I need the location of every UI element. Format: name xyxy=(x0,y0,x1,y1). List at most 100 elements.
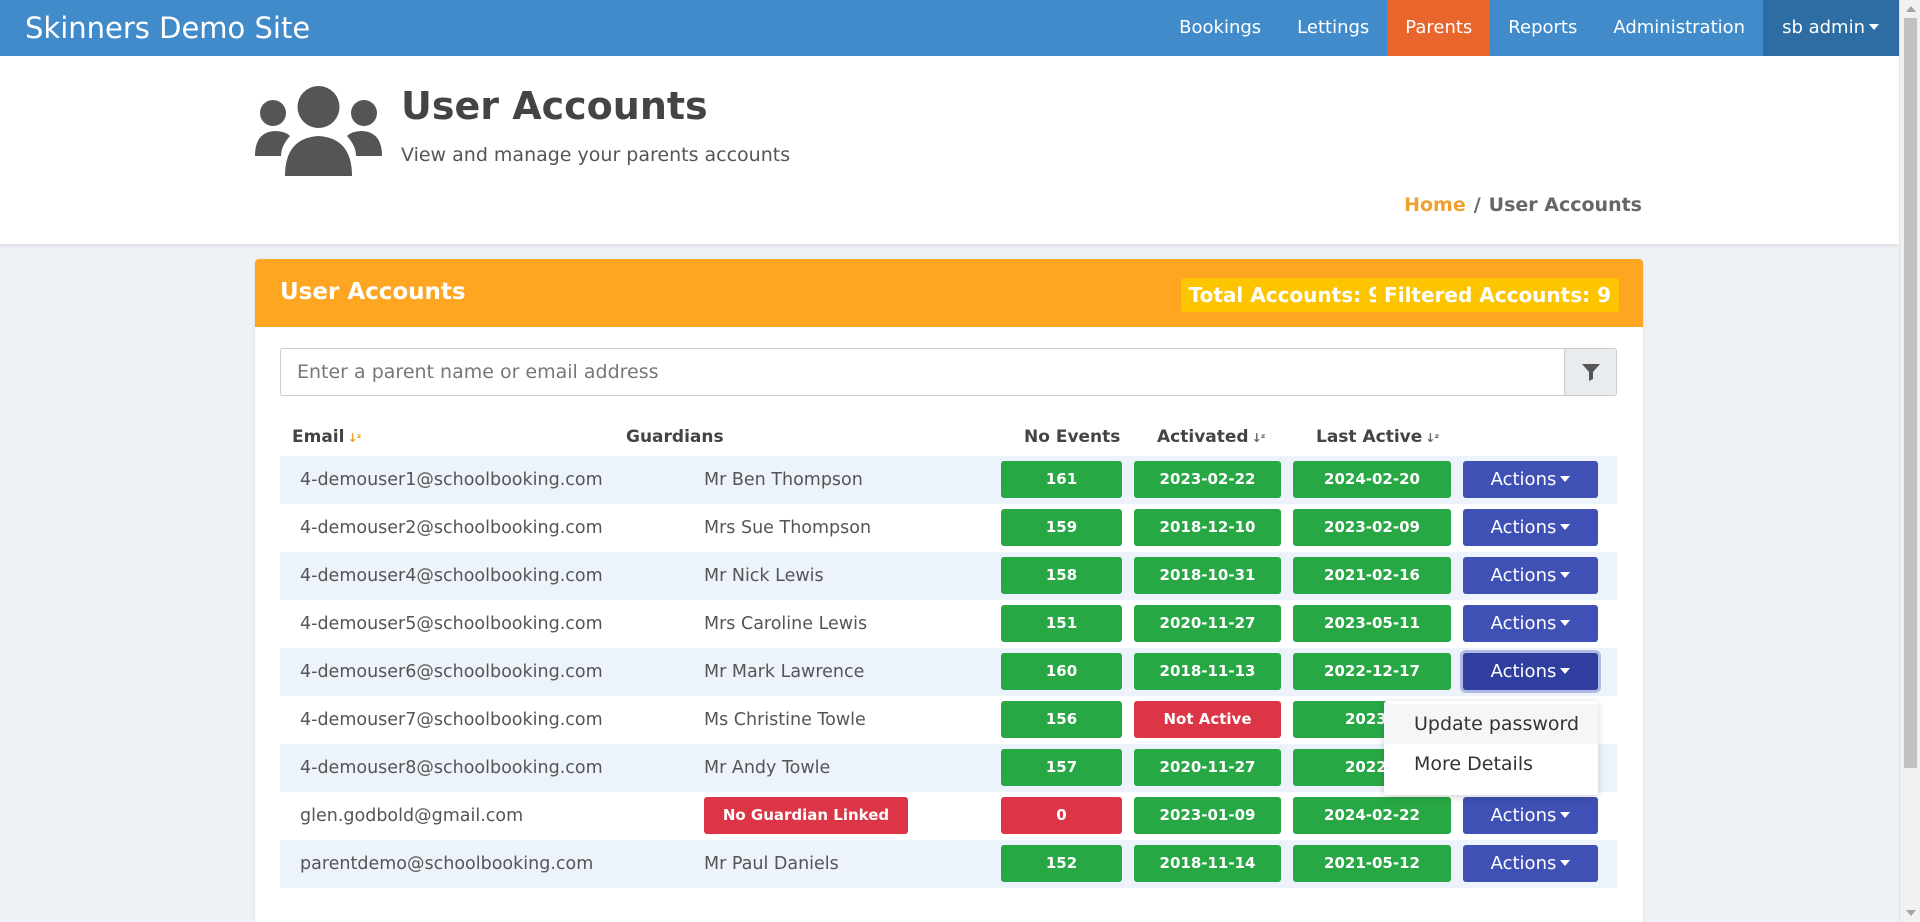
site-brand[interactable]: Skinners Demo Site xyxy=(25,11,310,45)
nav-bookings[interactable]: Bookings xyxy=(1161,0,1279,56)
activated-badge: Not Active xyxy=(1134,701,1281,738)
sort-icon: ↓ᶻ xyxy=(1251,431,1266,445)
page-title: User Accounts xyxy=(401,84,708,128)
search-group xyxy=(280,348,1617,396)
activated-badge: 2018-10-31 xyxy=(1134,557,1281,594)
column-email-label: Email xyxy=(292,427,345,447)
actions-dropdown-menu: Update password More Details xyxy=(1384,701,1598,795)
table-row: 4-demouser1@schoolbooking.com Mr Ben Tho… xyxy=(280,456,1617,504)
caret-down-icon xyxy=(1560,667,1571,674)
table-row: parentdemo@schoolbooking.com Mr Paul Dan… xyxy=(280,840,1617,888)
table-row: 4-demouser6@schoolbooking.com Mr Mark La… xyxy=(280,648,1617,696)
caret-down-icon xyxy=(1560,619,1571,626)
last-active-badge: 2023-05-11 xyxy=(1293,605,1451,642)
sort-icon: ↓ᶻ xyxy=(347,431,361,445)
nav-reports[interactable]: Reports xyxy=(1490,0,1595,56)
column-activated[interactable]: Activated ↓ᶻ xyxy=(1157,427,1266,447)
events-badge: 159 xyxy=(1001,509,1122,546)
column-email[interactable]: Email ↓ᶻ xyxy=(292,427,362,447)
users-icon xyxy=(255,86,382,176)
column-last-active-label: Last Active xyxy=(1316,427,1423,447)
breadcrumb-current: User Accounts xyxy=(1488,194,1642,216)
nav-lettings[interactable]: Lettings xyxy=(1279,0,1387,56)
table-row: 4-demouser4@schoolbooking.com Mr Nick Le… xyxy=(280,552,1617,600)
menu-item-update-password[interactable]: Update password xyxy=(1384,704,1598,744)
events-badge: 157 xyxy=(1001,749,1122,786)
scrollbar-thumb[interactable] xyxy=(1904,18,1917,768)
filter-button[interactable] xyxy=(1564,349,1616,395)
last-active-badge: 2024-02-20 xyxy=(1293,461,1451,498)
accounts-table-body: 4-demouser1@schoolbooking.com Mr Ben Tho… xyxy=(280,456,1617,888)
column-activated-label: Activated xyxy=(1157,427,1249,447)
row-guardian: Mr Andy Towle xyxy=(704,758,831,778)
breadcrumb-separator: / xyxy=(1473,194,1481,216)
caret-down-icon xyxy=(1560,859,1571,866)
row-email: 4-demouser7@schoolbooking.com xyxy=(300,710,603,730)
breadcrumb: Home / User Accounts xyxy=(1404,194,1642,216)
top-navbar: Skinners Demo Site Bookings Lettings Par… xyxy=(0,0,1899,56)
actions-button[interactable]: Actions xyxy=(1463,797,1598,834)
events-badge: 160 xyxy=(1001,653,1122,690)
actions-button-label: Actions xyxy=(1490,517,1557,538)
caret-down-icon xyxy=(1560,475,1571,482)
no-guardian-badge: No Guardian Linked xyxy=(704,797,908,834)
actions-button[interactable]: Actions xyxy=(1463,653,1598,690)
events-badge: 161 xyxy=(1001,461,1122,498)
events-badge: 151 xyxy=(1001,605,1122,642)
caret-down-icon xyxy=(1869,23,1879,30)
breadcrumb-home-link[interactable]: Home xyxy=(1404,194,1466,216)
column-last-active[interactable]: Last Active ↓ᶻ xyxy=(1316,427,1439,447)
user-menu[interactable]: sb admin xyxy=(1763,0,1899,56)
card-title: User Accounts xyxy=(280,279,466,305)
sort-icon: ↓ᶻ xyxy=(1425,431,1439,445)
actions-button[interactable]: Actions xyxy=(1463,605,1598,642)
page-header: User Accounts View and manage your paren… xyxy=(0,56,1899,244)
total-accounts-badge: Total Accounts: 9 xyxy=(1180,278,1390,312)
activated-badge: 2023-02-22 xyxy=(1134,461,1281,498)
row-guardian: Mr Mark Lawrence xyxy=(704,662,865,682)
activated-badge: 2023-01-09 xyxy=(1134,797,1281,834)
menu-item-more-details[interactable]: More Details xyxy=(1384,744,1598,784)
actions-button-label: Actions xyxy=(1490,565,1557,586)
row-email: 4-demouser1@schoolbooking.com xyxy=(300,470,603,490)
page-scrollbar[interactable] xyxy=(1899,0,1920,922)
row-guardian: Mr Paul Daniels xyxy=(704,854,839,874)
row-guardian: Mrs Caroline Lewis xyxy=(704,614,868,634)
nav-administration[interactable]: Administration xyxy=(1595,0,1763,56)
row-email: 4-demouser5@schoolbooking.com xyxy=(300,614,603,634)
activated-badge: 2018-12-10 xyxy=(1134,509,1281,546)
actions-button[interactable]: Actions xyxy=(1463,461,1598,498)
table-row: 4-demouser5@schoolbooking.com Mrs Caroli… xyxy=(280,600,1617,648)
actions-button[interactable]: Actions xyxy=(1463,845,1598,882)
events-badge: 156 xyxy=(1001,701,1122,738)
filtered-accounts-badge: Filtered Accounts: 9 xyxy=(1376,278,1619,312)
actions-button[interactable]: Actions xyxy=(1463,509,1598,546)
actions-button[interactable]: Actions xyxy=(1463,557,1598,594)
row-email: parentdemo@schoolbooking.com xyxy=(300,854,594,874)
row-email: 4-demouser8@schoolbooking.com xyxy=(300,758,603,778)
caret-down-icon xyxy=(1560,523,1571,530)
row-guardian: Mrs Sue Thompson xyxy=(704,518,872,538)
scroll-up-icon[interactable] xyxy=(1906,6,1916,12)
filter-icon xyxy=(1581,364,1600,381)
activated-badge: 2020-11-27 xyxy=(1134,605,1281,642)
last-active-badge: 2024-02-22 xyxy=(1293,797,1451,834)
search-input[interactable] xyxy=(281,349,1564,395)
last-active-badge: 2021-02-16 xyxy=(1293,557,1451,594)
row-email: 4-demouser2@schoolbooking.com xyxy=(300,518,603,538)
events-badge: 152 xyxy=(1001,845,1122,882)
user-accounts-card: User Accounts Total Accounts: 9 Filtered… xyxy=(255,259,1643,922)
events-badge: 0 xyxy=(1001,797,1122,834)
table-row: 4-demouser2@schoolbooking.com Mrs Sue Th… xyxy=(280,504,1617,552)
actions-button-label: Actions xyxy=(1490,853,1557,874)
row-email: glen.godbold@gmail.com xyxy=(300,806,524,826)
column-events: No Events xyxy=(1024,427,1121,447)
nav-parents[interactable]: Parents xyxy=(1387,0,1491,56)
last-active-badge: 2022-12-17 xyxy=(1293,653,1451,690)
scroll-down-icon[interactable] xyxy=(1906,910,1916,916)
last-active-badge: 2021-05-12 xyxy=(1293,845,1451,882)
main-nav: Bookings Lettings Parents Reports Admini… xyxy=(1161,0,1899,56)
card-header: User Accounts Total Accounts: 9 Filtered… xyxy=(255,259,1643,327)
events-badge: 158 xyxy=(1001,557,1122,594)
activated-badge: 2020-11-27 xyxy=(1134,749,1281,786)
